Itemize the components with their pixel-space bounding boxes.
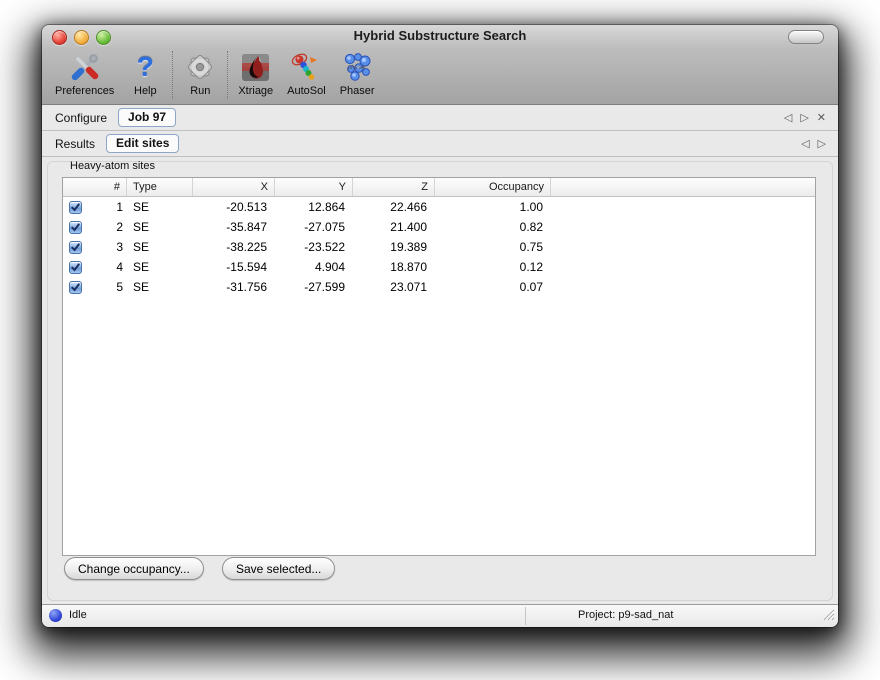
- run-button[interactable]: Run: [176, 49, 224, 97]
- site-checkbox[interactable]: [69, 201, 82, 214]
- site-type: SE: [127, 280, 193, 294]
- column-header-num[interactable]: #: [63, 178, 127, 196]
- column-header-type[interactable]: Type: [127, 178, 193, 196]
- table-row[interactable]: 2 SE -35.847 -27.075 21.400 0.82: [63, 217, 815, 237]
- table-row[interactable]: 3 SE -38.225 -23.522 19.389 0.75: [63, 237, 815, 257]
- xtriage-button[interactable]: Xtriage: [231, 49, 280, 97]
- tools-icon: [68, 50, 102, 84]
- autosol-button[interactable]: AutoSol: [280, 49, 333, 97]
- preferences-label: Preferences: [55, 85, 114, 97]
- preferences-button[interactable]: Preferences: [48, 49, 121, 97]
- section-title: Heavy-atom sites: [70, 160, 155, 172]
- column-header-x[interactable]: X: [193, 178, 275, 196]
- toolbar-separator: [172, 51, 173, 99]
- site-x: -31.756: [193, 280, 275, 294]
- xtriage-label: Xtriage: [238, 85, 273, 97]
- site-x: -38.225: [193, 240, 275, 254]
- site-y: -27.075: [275, 220, 353, 234]
- sites-table: # Type X Y Z Occupancy 1 SE -20.513 12.8…: [62, 177, 816, 556]
- column-header-occupancy[interactable]: Occupancy: [435, 178, 551, 196]
- autosol-icon: [289, 50, 323, 84]
- table-header: # Type X Y Z Occupancy: [63, 178, 815, 197]
- site-z: 21.400: [353, 220, 435, 234]
- site-occupancy: 1.00: [435, 200, 551, 214]
- site-type: SE: [127, 260, 193, 274]
- site-y: -27.599: [275, 280, 353, 294]
- site-occupancy: 0.75: [435, 240, 551, 254]
- tab-results[interactable]: Results: [55, 137, 95, 151]
- secondary-tab-bar: Results Edit sites ◁ ▷: [42, 131, 838, 157]
- tab-close-icon[interactable]: ✕: [817, 111, 826, 124]
- titlebar[interactable]: Hybrid Substructure Search: [42, 25, 838, 47]
- autosol-label: AutoSol: [287, 85, 326, 97]
- resize-grip[interactable]: [822, 608, 835, 624]
- toolbar-toggle-button[interactable]: [788, 30, 824, 44]
- site-number: 1: [116, 200, 123, 214]
- site-z: 23.071: [353, 280, 435, 294]
- save-selected-button[interactable]: Save selected...: [222, 557, 335, 580]
- site-number: 2: [116, 220, 123, 234]
- xtriage-icon: [239, 50, 273, 84]
- phaser-icon: phaser: [340, 50, 374, 84]
- project-label: Project: p9-sad_nat: [578, 609, 673, 621]
- site-checkbox[interactable]: [69, 281, 82, 294]
- site-y: 12.864: [275, 200, 353, 214]
- site-checkbox[interactable]: [69, 261, 82, 274]
- app-window: Hybrid Substructure Search: [42, 25, 838, 627]
- site-x: -15.594: [193, 260, 275, 274]
- table-row[interactable]: 4 SE -15.594 4.904 18.870 0.12: [63, 257, 815, 277]
- status-bar: Idle Project: p9-sad_nat: [42, 604, 838, 627]
- change-occupancy-button[interactable]: Change occupancy...: [64, 557, 204, 580]
- window-chrome: Hybrid Substructure Search: [42, 25, 838, 105]
- run-label: Run: [190, 85, 210, 97]
- site-type: SE: [127, 220, 193, 234]
- site-x: -20.513: [193, 200, 275, 214]
- site-y: -23.522: [275, 240, 353, 254]
- tab-configure[interactable]: Configure: [55, 111, 107, 125]
- site-occupancy: 0.82: [435, 220, 551, 234]
- site-z: 19.389: [353, 240, 435, 254]
- svg-text:phaser: phaser: [347, 65, 367, 71]
- status-divider: [525, 607, 526, 625]
- tab-edit-sites[interactable]: Edit sites: [106, 134, 179, 153]
- window-title: Hybrid Substructure Search: [42, 28, 838, 43]
- tab-prev-icon[interactable]: ◁: [801, 137, 809, 150]
- column-header-empty: [551, 178, 815, 196]
- site-occupancy: 0.12: [435, 260, 551, 274]
- tab-prev-icon[interactable]: ◁: [784, 111, 792, 124]
- tab-job-97[interactable]: Job 97: [118, 108, 176, 127]
- site-type: SE: [127, 240, 193, 254]
- help-label: Help: [134, 85, 157, 97]
- site-y: 4.904: [275, 260, 353, 274]
- site-occupancy: 0.07: [435, 280, 551, 294]
- tab-next-icon[interactable]: ▷: [818, 137, 826, 150]
- site-z: 18.870: [353, 260, 435, 274]
- column-header-y[interactable]: Y: [275, 178, 353, 196]
- toolbar: Preferences ? Help Run: [42, 47, 838, 104]
- site-number: 3: [116, 240, 123, 254]
- gear-icon: [183, 50, 217, 84]
- phaser-button[interactable]: phaser Phaser: [333, 49, 382, 97]
- status-dot-icon: [49, 609, 62, 622]
- help-button[interactable]: ? Help: [121, 49, 169, 97]
- column-header-z[interactable]: Z: [353, 178, 435, 196]
- toolbar-separator: [227, 51, 228, 99]
- table-row[interactable]: 5 SE -31.756 -27.599 23.071 0.07: [63, 277, 815, 297]
- site-number: 4: [116, 260, 123, 274]
- site-z: 22.466: [353, 200, 435, 214]
- tab-next-icon[interactable]: ▷: [800, 111, 808, 124]
- table-row[interactable]: 1 SE -20.513 12.864 22.466 1.00: [63, 197, 815, 217]
- primary-tab-bar: Configure Job 97 ◁ ▷ ✕: [42, 105, 838, 131]
- site-checkbox[interactable]: [69, 221, 82, 234]
- status-text: Idle: [69, 609, 87, 621]
- site-type: SE: [127, 200, 193, 214]
- question-icon: ?: [128, 50, 162, 84]
- site-checkbox[interactable]: [69, 241, 82, 254]
- table-body: 1 SE -20.513 12.864 22.466 1.00 2 SE -35…: [63, 197, 815, 297]
- site-x: -35.847: [193, 220, 275, 234]
- phaser-label: Phaser: [340, 85, 375, 97]
- site-number: 5: [116, 280, 123, 294]
